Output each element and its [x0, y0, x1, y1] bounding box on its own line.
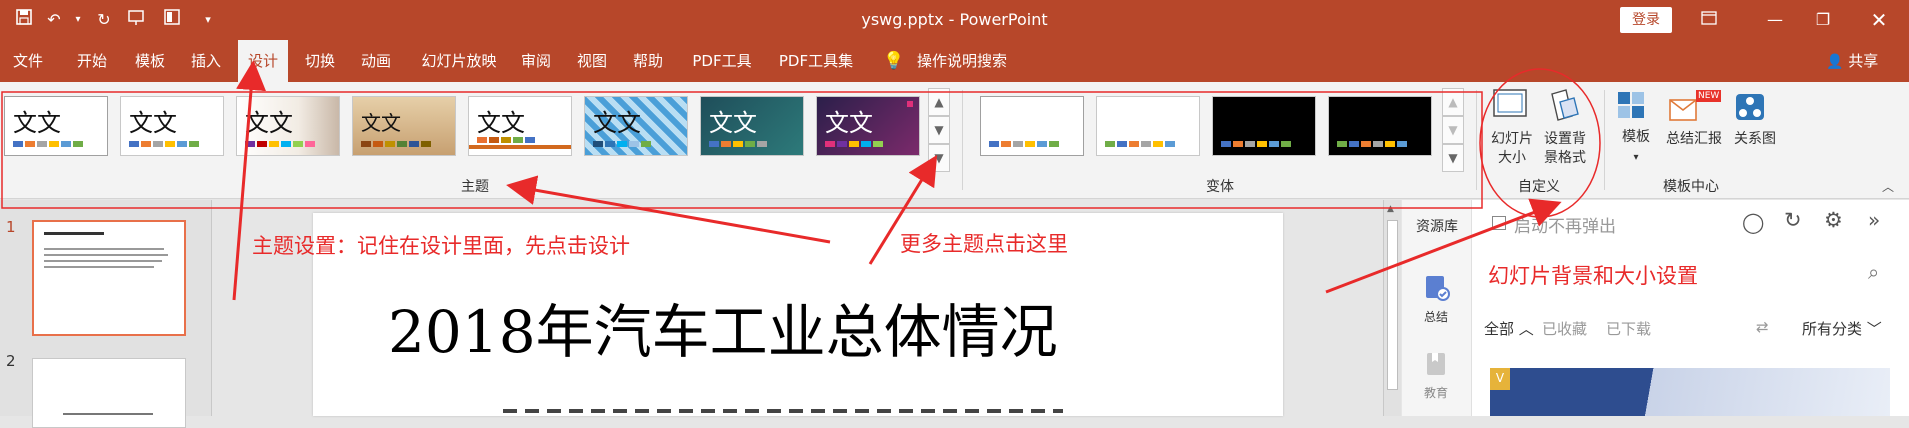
- tab-insert[interactable]: 插入: [186, 40, 226, 82]
- title-bar: ↶ ▾ ↻ ▾ yswg.pptx - PowerPoint 登录 — ❐ ✕: [0, 0, 1909, 40]
- education-category-label[interactable]: 教育: [1424, 384, 1448, 401]
- theme-purple[interactable]: 文文: [816, 96, 920, 156]
- relation-diagram-button[interactable]: 关系图: [1730, 88, 1780, 174]
- tab-pdf-toolset[interactable]: PDF工具集: [772, 40, 860, 82]
- format-background-icon: [1551, 89, 1579, 121]
- template-icon: [1618, 92, 1644, 118]
- refresh-icon[interactable]: ↻: [1784, 208, 1802, 232]
- theme-teal[interactable]: 文文: [700, 96, 804, 156]
- filter-downloaded[interactable]: 已下载: [1606, 318, 1651, 339]
- variant-3[interactable]: [1212, 96, 1316, 156]
- divider: [1604, 90, 1605, 190]
- divider: [962, 90, 963, 190]
- slide-size-icon: [1493, 89, 1527, 117]
- tell-me-search[interactable]: 操作说明搜索: [912, 40, 1012, 82]
- tab-transitions[interactable]: 切换: [300, 40, 340, 82]
- annotation-more-themes: 更多主题点击这里: [900, 232, 1068, 256]
- slide-number: 1: [6, 218, 16, 236]
- tab-template[interactable]: 模板: [130, 40, 170, 82]
- themes-scroll-down-button[interactable]: ▼: [928, 116, 950, 144]
- education-category-icon[interactable]: [1424, 350, 1450, 382]
- tab-pdf-tools[interactable]: PDF工具: [686, 40, 758, 82]
- slide-size-button[interactable]: 幻灯片 大小: [1490, 88, 1534, 174]
- ribbon-display-icon[interactable]: [1686, 0, 1732, 40]
- collapse-panel-icon[interactable]: »: [1868, 208, 1880, 232]
- no-popup-label: 启动不再弹出: [1514, 217, 1616, 237]
- design-ribbon: 文文 文文 文文 文文 文文 文文 文文 文文 ▲ ▼ ▼ 主题 ▲ ▼ ▼ 变…: [0, 82, 1909, 199]
- variant-1[interactable]: [980, 96, 1084, 156]
- theme-ion[interactable]: 文文: [468, 96, 572, 156]
- close-icon[interactable]: ✕: [1856, 0, 1902, 40]
- slide-title[interactable]: 2018年汽车工业总体情况: [388, 285, 1058, 369]
- themes-scroll-up-button[interactable]: ▲: [928, 88, 950, 116]
- tab-home[interactable]: 开始: [72, 40, 112, 82]
- search-icon[interactable]: ⌕: [1868, 260, 1879, 284]
- category-dropdown[interactable]: 所有分类 ﹀: [1802, 318, 1882, 339]
- format-background-button[interactable]: 设置背 景格式: [1540, 88, 1590, 174]
- tab-design[interactable]: 设计: [238, 40, 288, 82]
- variants-more-button[interactable]: ▼: [1442, 144, 1464, 172]
- template-center-group-label: 模板中心: [1663, 179, 1719, 195]
- share-button[interactable]: 👤 共享: [1826, 40, 1878, 82]
- shuffle-icon[interactable]: ⇄: [1756, 318, 1769, 336]
- variants-scroll-down-button[interactable]: ▼: [1442, 116, 1464, 144]
- theme-office[interactable]: 文文: [4, 96, 108, 156]
- collapse-ribbon-icon[interactable]: ︿: [1882, 178, 1894, 195]
- ribbon-tabs: 文件 开始 模板 插入 设计 切换 动画 幻灯片放映 审阅 视图 帮助 PDF工…: [0, 40, 1909, 82]
- settings-icon[interactable]: ⚙: [1824, 208, 1843, 232]
- annotation-design: 主题设置：记住在设计里面，先点击设计: [252, 234, 630, 258]
- lightbulb-icon[interactable]: 💡: [882, 40, 906, 82]
- themes-more-button[interactable]: ▼: [928, 144, 950, 172]
- tab-slideshow[interactable]: 幻灯片放映: [414, 40, 504, 82]
- resource-heading: 幻灯片背景和大小设置: [1488, 264, 1698, 288]
- tab-animations[interactable]: 动画: [356, 40, 396, 82]
- filter-all[interactable]: 全部 ︿: [1484, 318, 1534, 339]
- variants-scroll-up-button[interactable]: ▲: [1442, 88, 1464, 116]
- resource-main-panel: 启动不再弹出 ◯ ↻ ⚙ » 幻灯片背景和大小设置 ⌕ 全部 ︿ 已收藏 已下载…: [1472, 200, 1909, 416]
- slide-number: 2: [6, 352, 16, 370]
- summary-category-icon[interactable]: [1424, 274, 1450, 306]
- login-button[interactable]: 登录: [1620, 7, 1672, 33]
- vertical-scrollbar[interactable]: ▲: [1383, 200, 1401, 416]
- scroll-thumb[interactable]: [1387, 220, 1398, 390]
- filter-favorited[interactable]: 已收藏: [1542, 318, 1587, 339]
- summary-category-label[interactable]: 总结: [1424, 308, 1448, 325]
- variant-2[interactable]: [1096, 96, 1200, 156]
- theme-pattern[interactable]: 文文: [584, 96, 688, 156]
- slide-thumbnail-1[interactable]: [32, 220, 186, 336]
- vip-badge: V: [1490, 368, 1510, 390]
- minimize-icon[interactable]: —: [1752, 0, 1798, 40]
- divider: [1476, 90, 1477, 190]
- relation-diagram-icon: [1736, 94, 1764, 120]
- scroll-up-icon[interactable]: ▲: [1387, 204, 1394, 214]
- account-icon[interactable]: ◯: [1742, 210, 1764, 234]
- theme-wood[interactable]: 文文: [352, 96, 456, 156]
- restore-icon[interactable]: ❐: [1800, 0, 1846, 40]
- new-badge: NEW: [1696, 90, 1722, 102]
- template-card[interactable]: V: [1490, 368, 1890, 416]
- slide-body-text[interactable]: [503, 409, 1063, 413]
- themes-group-label: 主题: [461, 179, 489, 195]
- theme-facet[interactable]: 文文: [236, 96, 340, 156]
- tab-file[interactable]: 文件: [10, 40, 46, 82]
- variant-4[interactable]: [1328, 96, 1432, 156]
- theme-office-2[interactable]: 文文: [120, 96, 224, 156]
- tab-view[interactable]: 视图: [572, 40, 612, 82]
- summary-report-button[interactable]: NEW 总结汇报: [1662, 88, 1726, 174]
- customize-group-label: 自定义: [1518, 179, 1560, 195]
- slides-panel: 1 2: [0, 200, 212, 428]
- resource-sidebar: 资源库 总结 教育: [1402, 200, 1472, 416]
- resource-library-title: 资源库: [1416, 219, 1458, 235]
- slide-thumbnail-2[interactable]: [32, 358, 186, 428]
- variants-group-label: 变体: [1206, 179, 1234, 195]
- no-popup-checkbox[interactable]: [1492, 216, 1506, 230]
- template-button[interactable]: 模板 ▾: [1614, 88, 1658, 174]
- tab-help[interactable]: 帮助: [628, 40, 668, 82]
- tab-review[interactable]: 审阅: [516, 40, 556, 82]
- user-icon: 👤: [1826, 54, 1844, 70]
